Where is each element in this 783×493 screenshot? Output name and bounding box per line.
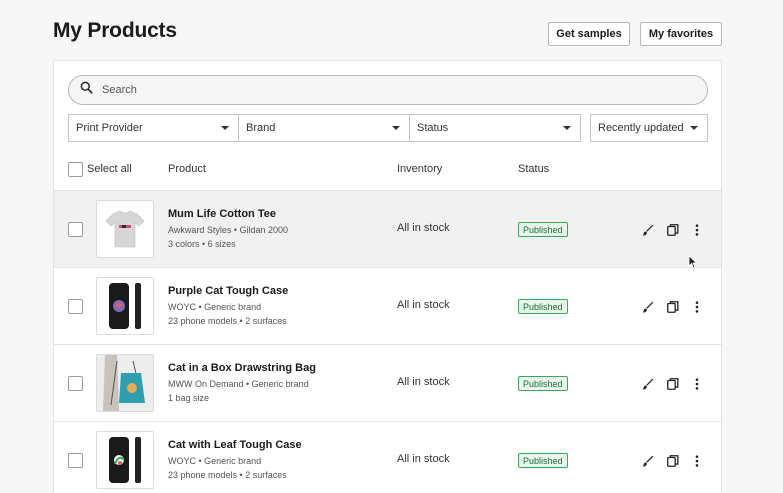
more-vertical-icon[interactable] (689, 299, 705, 315)
status-badge: Published (518, 299, 568, 314)
filter-label: Status (417, 122, 449, 134)
filter-brand[interactable]: Brand (238, 114, 410, 142)
caret-down-icon (690, 126, 698, 130)
status-badge: Published (518, 222, 568, 237)
status-badge: Published (518, 453, 568, 468)
sort-label: Recently updated (598, 122, 684, 134)
column-header-status: Status (518, 163, 550, 175)
product-meta: WOYC • Generic brand (168, 456, 262, 466)
product-thumbnail-phone-case[interactable] (96, 277, 154, 335)
more-vertical-icon[interactable] (689, 376, 705, 392)
product-thumbnail-tee[interactable] (96, 200, 154, 258)
product-name[interactable]: Purple Cat Tough Case (168, 285, 288, 297)
table-header: Select all Product Inventory Status (54, 157, 721, 189)
product-variants: 23 phone models • 2 surfaces (168, 470, 287, 480)
product-name[interactable]: Cat with Leaf Tough Case (168, 439, 302, 451)
search-input[interactable] (102, 84, 662, 96)
row-checkbox[interactable] (68, 453, 83, 468)
page-title: My Products (53, 19, 177, 42)
search-bar[interactable] (68, 75, 708, 105)
my-favorites-button[interactable]: My favorites (640, 22, 722, 46)
edit-brush-icon[interactable] (640, 222, 656, 238)
row-checkbox[interactable] (68, 299, 83, 314)
edit-brush-icon[interactable] (640, 376, 656, 392)
row-checkbox[interactable] (68, 376, 83, 391)
table-row[interactable]: Cat with Leaf Tough Case WOYC • Generic … (54, 421, 721, 493)
copy-icon[interactable] (665, 222, 681, 238)
edit-brush-icon[interactable] (640, 453, 656, 469)
mouse-cursor-icon (688, 255, 698, 269)
edit-brush-icon[interactable] (640, 299, 656, 315)
product-meta: Awkward Styles • Gildan 2000 (168, 225, 289, 235)
more-vertical-icon[interactable] (689, 453, 705, 469)
inventory-status: All in stock (397, 376, 450, 388)
caret-down-icon (563, 126, 571, 130)
inventory-status: All in stock (397, 299, 450, 311)
products-panel: Print Provider Brand Status Recently upd… (53, 60, 722, 493)
inventory-status: All in stock (397, 453, 450, 465)
sort-select[interactable]: Recently updated (590, 114, 708, 142)
product-thumbnail-phone-case[interactable] (96, 431, 154, 489)
row-checkbox[interactable] (68, 222, 83, 237)
product-meta: WOYC • Generic brand (168, 302, 262, 312)
table-row[interactable]: Purple Cat Tough Case WOYC • Generic bra… (54, 267, 721, 344)
caret-down-icon (221, 126, 229, 130)
inventory-status: All in stock (397, 222, 450, 234)
filter-label: Brand (246, 122, 276, 134)
copy-icon[interactable] (665, 453, 681, 469)
product-variants: 1 bag size (168, 393, 210, 403)
caret-down-icon (392, 126, 400, 130)
product-variants: 23 phone models • 2 surfaces (168, 316, 287, 326)
more-vertical-icon[interactable] (689, 222, 705, 238)
copy-icon[interactable] (665, 376, 681, 392)
product-meta: MWW On Demand • Generic brand (168, 379, 309, 389)
column-header-product: Product (168, 163, 206, 175)
search-icon (80, 81, 93, 99)
status-badge: Published (518, 376, 568, 391)
filter-status[interactable]: Status (409, 114, 581, 142)
get-samples-button[interactable]: Get samples (548, 22, 630, 46)
filter-print-provider[interactable]: Print Provider (68, 114, 239, 142)
select-all-checkbox[interactable] (68, 162, 83, 177)
select-all-label[interactable]: Select all (87, 163, 132, 175)
copy-icon[interactable] (665, 299, 681, 315)
column-header-inventory: Inventory (397, 163, 443, 175)
product-variants: 3 colors • 6 sizes (168, 239, 236, 249)
product-name[interactable]: Cat in a Box Drawstring Bag (168, 362, 316, 374)
filter-label: Print Provider (76, 122, 143, 134)
table-row[interactable]: Mum Life Cotton Tee Awkward Styles • Gil… (54, 190, 721, 267)
product-name[interactable]: Mum Life Cotton Tee (168, 208, 276, 220)
product-thumbnail-drawstring-bag[interactable] (96, 354, 154, 412)
table-row[interactable]: Cat in a Box Drawstring Bag MWW On Deman… (54, 344, 721, 421)
